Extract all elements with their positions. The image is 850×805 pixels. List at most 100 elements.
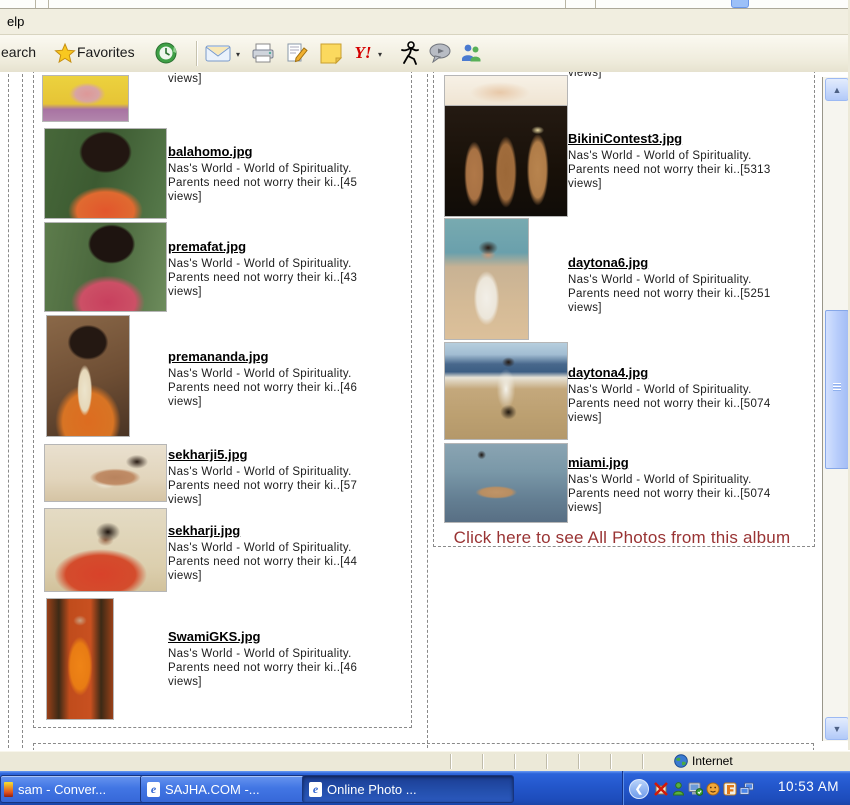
tray-buddy-icon[interactable]: [671, 781, 686, 796]
thumb-premafat[interactable]: [44, 222, 167, 312]
screen: elp earch Favorites ▾ Y! ▾: [0, 0, 850, 805]
photo-text-miami: miami.jpg Nas's World - World of Spiritu…: [568, 454, 771, 515]
task-button-sajha[interactable]: e SAJHA.COM -...: [140, 775, 306, 803]
tray-network-icon[interactable]: [739, 781, 754, 796]
vertical-scrollbar[interactable]: ▲ ▼: [822, 77, 849, 741]
photo-link-bikinicontest3[interactable]: BikiniContest3.jpg: [568, 131, 682, 146]
favorites-star-icon[interactable]: [52, 40, 78, 66]
photo-desc-line: views]: [168, 72, 202, 86]
table-border: [22, 74, 23, 748]
favorites-button-label[interactable]: Favorites: [77, 44, 135, 60]
thumb-partial-left[interactable]: [42, 75, 129, 122]
photo-desc-line: Nas's World - World of Spirituality.: [168, 162, 357, 176]
scroll-up-button[interactable]: ▲: [825, 78, 849, 101]
system-tray: ❮ 10:53 AM: [622, 771, 850, 805]
photo-desc-line: Parents need not worry their ki..[5074: [568, 397, 771, 411]
thumb-miami[interactable]: [444, 443, 568, 523]
photo-desc-line: Parents need not worry their ki..[46: [168, 381, 357, 395]
thumb-daytona6[interactable]: [444, 218, 529, 340]
print-icon[interactable]: [250, 40, 276, 66]
msn-messenger-icon[interactable]: [458, 40, 484, 66]
app-icon: [4, 782, 13, 797]
photo-desc-line: Parents need not worry their ki..[44: [168, 555, 357, 569]
statusbar-divider: [450, 754, 452, 769]
photo-text-balahomo: balahomo.jpg Nas's World - World of Spir…: [168, 143, 357, 204]
photo-text-premafat: premafat.jpg Nas's World - World of Spir…: [168, 238, 357, 299]
divider: [35, 0, 36, 8]
yahoo-icon[interactable]: Y!: [350, 40, 376, 66]
photo-desc-line: Parents need not worry their ki..[45: [168, 176, 357, 190]
photo-link-premananda[interactable]: premananda.jpg: [168, 349, 268, 364]
photo-desc-line: Nas's World - World of Spirituality.: [168, 465, 357, 479]
thumb-balahomo[interactable]: [44, 128, 167, 219]
tray-collapse-chevron[interactable]: ❮: [629, 779, 649, 799]
photo-desc-line: Nas's World - World of Spirituality.: [168, 257, 357, 271]
photo-desc-line: Nas's World - World of Spirituality.: [168, 367, 357, 381]
photo-desc-line: views]: [168, 190, 357, 204]
photo-desc-line: views]: [168, 675, 357, 689]
photo-link-daytona4[interactable]: daytona4.jpg: [568, 365, 648, 380]
mail-icon[interactable]: [205, 40, 231, 66]
task-button-label: sam - Conver...: [18, 782, 106, 797]
internet-explorer-icon: e: [147, 782, 160, 797]
task-button-label: SAJHA.COM -...: [165, 782, 260, 797]
aim-icon[interactable]: [396, 40, 422, 66]
photo-link-sekharji[interactable]: sekharji.jpg: [168, 523, 240, 538]
internet-zone-label: Internet: [692, 754, 733, 768]
tray-flashget-icon[interactable]: [722, 781, 737, 796]
thumb-daytona4[interactable]: [444, 342, 568, 440]
photo-desc-line: views]: [568, 411, 771, 425]
edit-icon[interactable]: [284, 40, 310, 66]
photo-desc-line: Nas's World - World of Spirituality.: [568, 383, 771, 397]
thumb-swamigks[interactable]: [46, 598, 114, 720]
menu-bar: elp: [0, 9, 850, 35]
statusbar-divider: [578, 754, 580, 769]
photo-desc-line: Nas's World - World of Spirituality.: [168, 541, 357, 555]
photo-desc-line: views]: [168, 569, 357, 583]
photo-desc-line: views]: [168, 285, 357, 299]
all-photos-link[interactable]: Click here to see All Photos from this a…: [433, 528, 811, 548]
photo-text-partial-left: views]: [168, 72, 202, 86]
toolbar-separator: [196, 41, 198, 66]
photo-link-daytona6[interactable]: daytona6.jpg: [568, 255, 648, 270]
statusbar-divider: [546, 754, 548, 769]
photo-link-sekharji5[interactable]: sekharji5.jpg: [168, 447, 247, 462]
thumb-sekharji[interactable]: [44, 508, 167, 592]
mail-dropdown-caret[interactable]: ▾: [236, 50, 240, 59]
thumb-partial-right[interactable]: [444, 75, 568, 107]
photo-text-daytona6: daytona6.jpg Nas's World - World of Spir…: [568, 254, 771, 315]
thumb-bikinicontest3[interactable]: [444, 105, 568, 217]
table-border: [427, 74, 428, 748]
photo-text-bikinicontest3: BikiniContest3.jpg Nas's World - World o…: [568, 130, 771, 191]
tray-security-update-icon[interactable]: [688, 781, 703, 796]
photo-link-swamigks[interactable]: SwamiGKS.jpg: [168, 629, 260, 644]
photo-desc-line: Parents need not worry their ki..[5251: [568, 287, 771, 301]
notes-icon[interactable]: [318, 40, 344, 66]
discuss-icon[interactable]: [427, 40, 453, 66]
photo-link-balahomo[interactable]: balahomo.jpg: [168, 144, 253, 159]
history-icon[interactable]: [153, 40, 179, 66]
divider: [565, 0, 566, 8]
next-album-panel: [33, 743, 814, 750]
search-button-label[interactable]: earch: [1, 44, 36, 60]
photo-text-sekharji: sekharji.jpg Nas's World - World of Spir…: [168, 522, 357, 583]
photo-desc-line: Parents need not worry their ki..[5313: [568, 163, 771, 177]
taskbar-clock: 10:53 AM: [778, 779, 839, 794]
address-bar-sliver: [0, 0, 850, 9]
scroll-down-button[interactable]: ▼: [825, 717, 849, 740]
photo-link-premafat[interactable]: premafat.jpg: [168, 239, 246, 254]
yahoo-dropdown-caret[interactable]: ▾: [378, 50, 382, 59]
page-content: views] balahomo.jpg Nas's World - World …: [0, 72, 848, 750]
statusbar-divider: [642, 754, 644, 769]
tray-error-icon[interactable]: [653, 781, 668, 796]
divider: [595, 0, 596, 8]
task-button-online-photo[interactable]: e Online Photo ...: [302, 775, 514, 803]
internet-explorer-icon: e: [309, 782, 322, 797]
thumb-sekharji5[interactable]: [44, 444, 167, 502]
thumb-premananda[interactable]: [46, 315, 130, 437]
photo-link-miami[interactable]: miami.jpg: [568, 455, 629, 470]
tray-messenger-status-icon[interactable]: [705, 781, 720, 796]
scrollbar-thumb[interactable]: [825, 310, 849, 469]
task-button-sam-conversation[interactable]: sam - Conver...: [0, 775, 144, 803]
menu-help-partial[interactable]: elp: [3, 13, 28, 30]
